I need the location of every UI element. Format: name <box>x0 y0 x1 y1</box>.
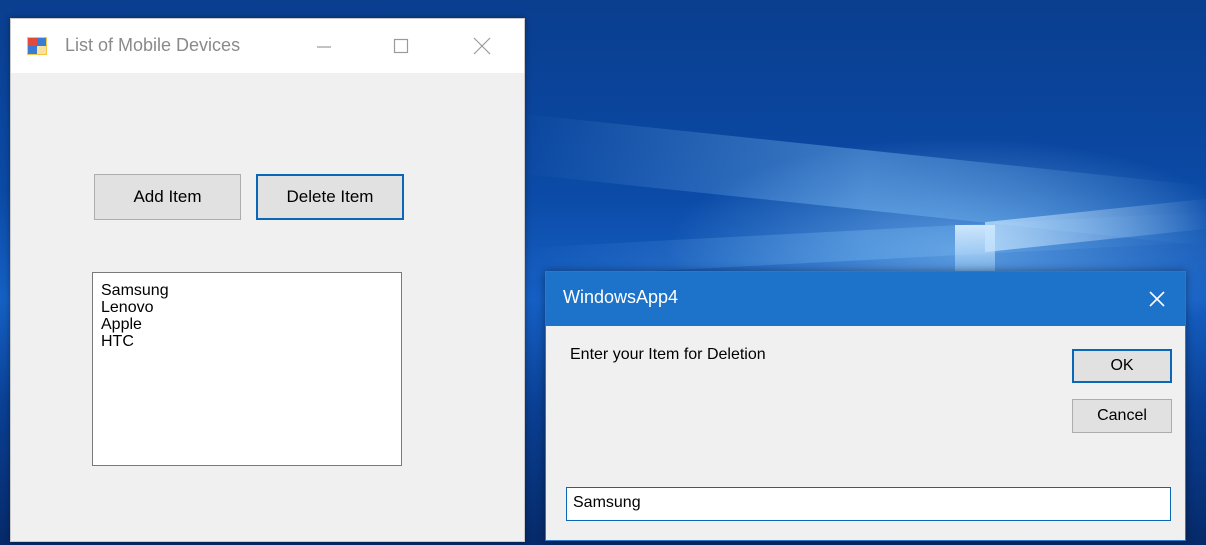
list-item[interactable]: Samsung <box>101 282 401 299</box>
main-titlebar[interactable]: List of Mobile Devices <box>11 19 524 73</box>
dialog-prompt: Enter your Item for Deletion <box>570 346 766 363</box>
device-listbox[interactable]: Samsung Lenovo Apple HTC <box>92 272 402 466</box>
item-input[interactable]: Samsung <box>566 487 1171 521</box>
dialog-title: WindowsApp4 <box>563 287 679 307</box>
cancel-button[interactable]: Cancel <box>1072 399 1172 433</box>
main-window: List of Mobile Devices Add Item Delete I… <box>10 18 525 542</box>
delete-item-button[interactable]: Delete Item <box>256 174 404 220</box>
window-title: List of Mobile Devices <box>65 35 241 55</box>
input-dialog: WindowsApp4 Enter your Item for Deletion… <box>545 271 1186 541</box>
close-icon[interactable] <box>459 29 505 63</box>
list-item[interactable]: HTC <box>101 333 401 350</box>
add-item-button[interactable]: Add Item <box>94 174 241 220</box>
dialog-titlebar[interactable]: WindowsApp4 <box>546 272 1185 326</box>
close-icon[interactable] <box>1139 281 1175 317</box>
app-icon[interactable] <box>27 37 47 55</box>
minimize-icon[interactable] <box>301 29 347 63</box>
list-item[interactable]: Lenovo <box>101 299 401 316</box>
list-item[interactable]: Apple <box>101 316 401 333</box>
ok-button[interactable]: OK <box>1072 349 1172 383</box>
maximize-icon[interactable] <box>378 29 424 63</box>
